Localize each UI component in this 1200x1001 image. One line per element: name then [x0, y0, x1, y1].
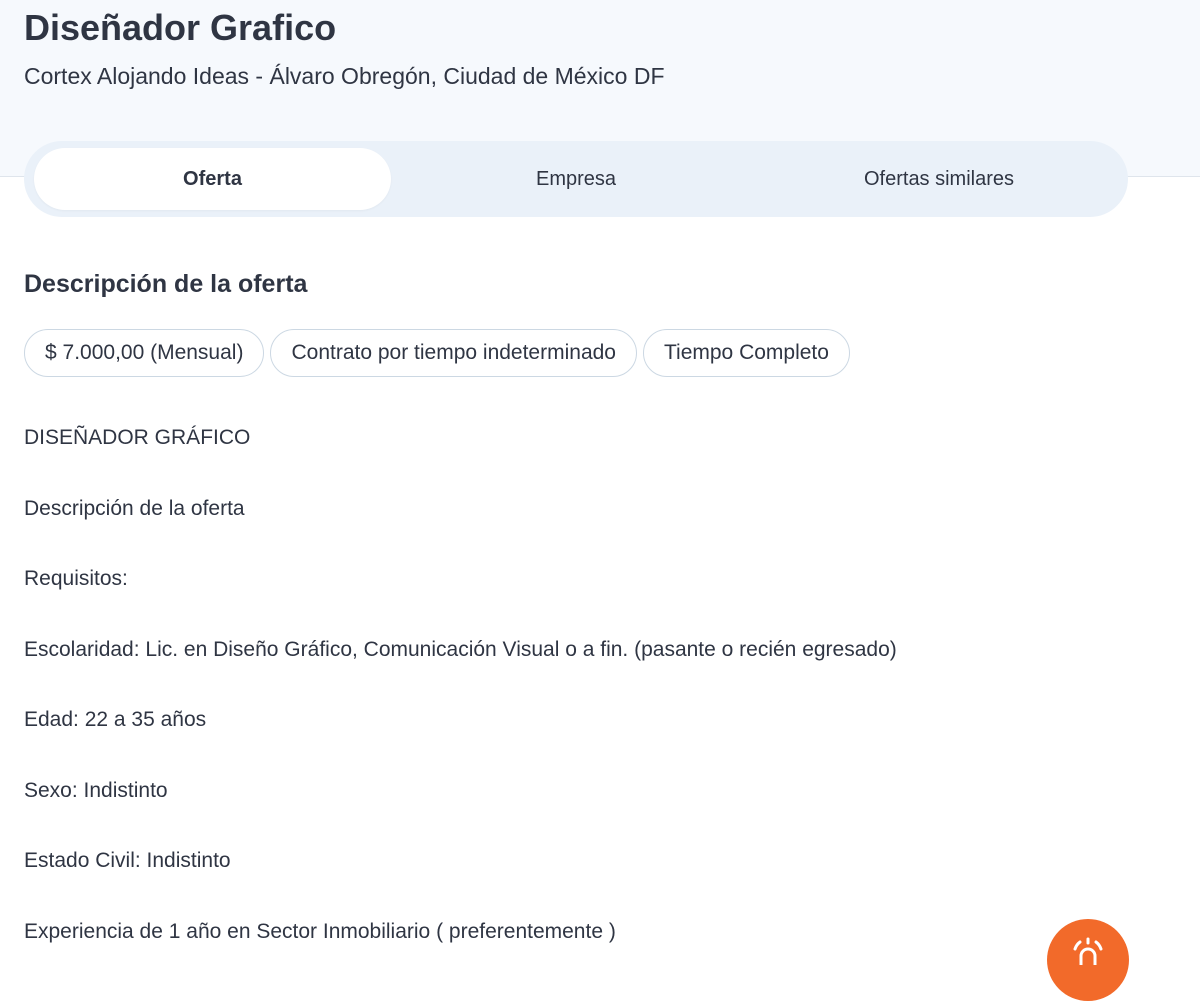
- description-line: DISEÑADOR GRÁFICO: [24, 426, 251, 449]
- description-line: Estado Civil: Indistinto: [24, 849, 231, 872]
- tab-empresa[interactable]: Empresa: [394, 148, 758, 210]
- offer-tags: $ 7.000,00 (Mensual) Contrato por tiempo…: [24, 329, 850, 377]
- description-line: Experiencia de 1 año en Sector Inmobilia…: [24, 920, 616, 943]
- alarm-bell-icon: [1073, 937, 1103, 965]
- description-line: Sexo: Indistinto: [24, 779, 168, 802]
- company-location[interactable]: Cortex Alojando Ideas - Álvaro Obregón, …: [24, 60, 665, 92]
- description-line: Descripción de la oferta: [24, 497, 245, 520]
- description-line: Requisitos:: [24, 567, 128, 590]
- alert-fab-button[interactable]: [1047, 919, 1129, 1001]
- description-line: Escolaridad: Lic. en Diseño Gráfico, Com…: [24, 638, 897, 661]
- tab-oferta[interactable]: Oferta: [34, 148, 391, 210]
- salary-tag: $ 7.000,00 (Mensual): [24, 329, 265, 377]
- contract-type-tag: Contrato por tiempo indeterminado: [270, 329, 637, 377]
- job-title: Diseñador Grafico: [24, 7, 337, 48]
- tab-ofertas-similares[interactable]: Ofertas similares: [758, 148, 1120, 210]
- schedule-tag: Tiempo Completo: [642, 329, 850, 377]
- tab-bar: Oferta Empresa Ofertas similares: [24, 141, 1128, 217]
- section-title: Descripción de la oferta: [24, 270, 308, 298]
- description-line: Edad: 22 a 35 años: [24, 708, 207, 731]
